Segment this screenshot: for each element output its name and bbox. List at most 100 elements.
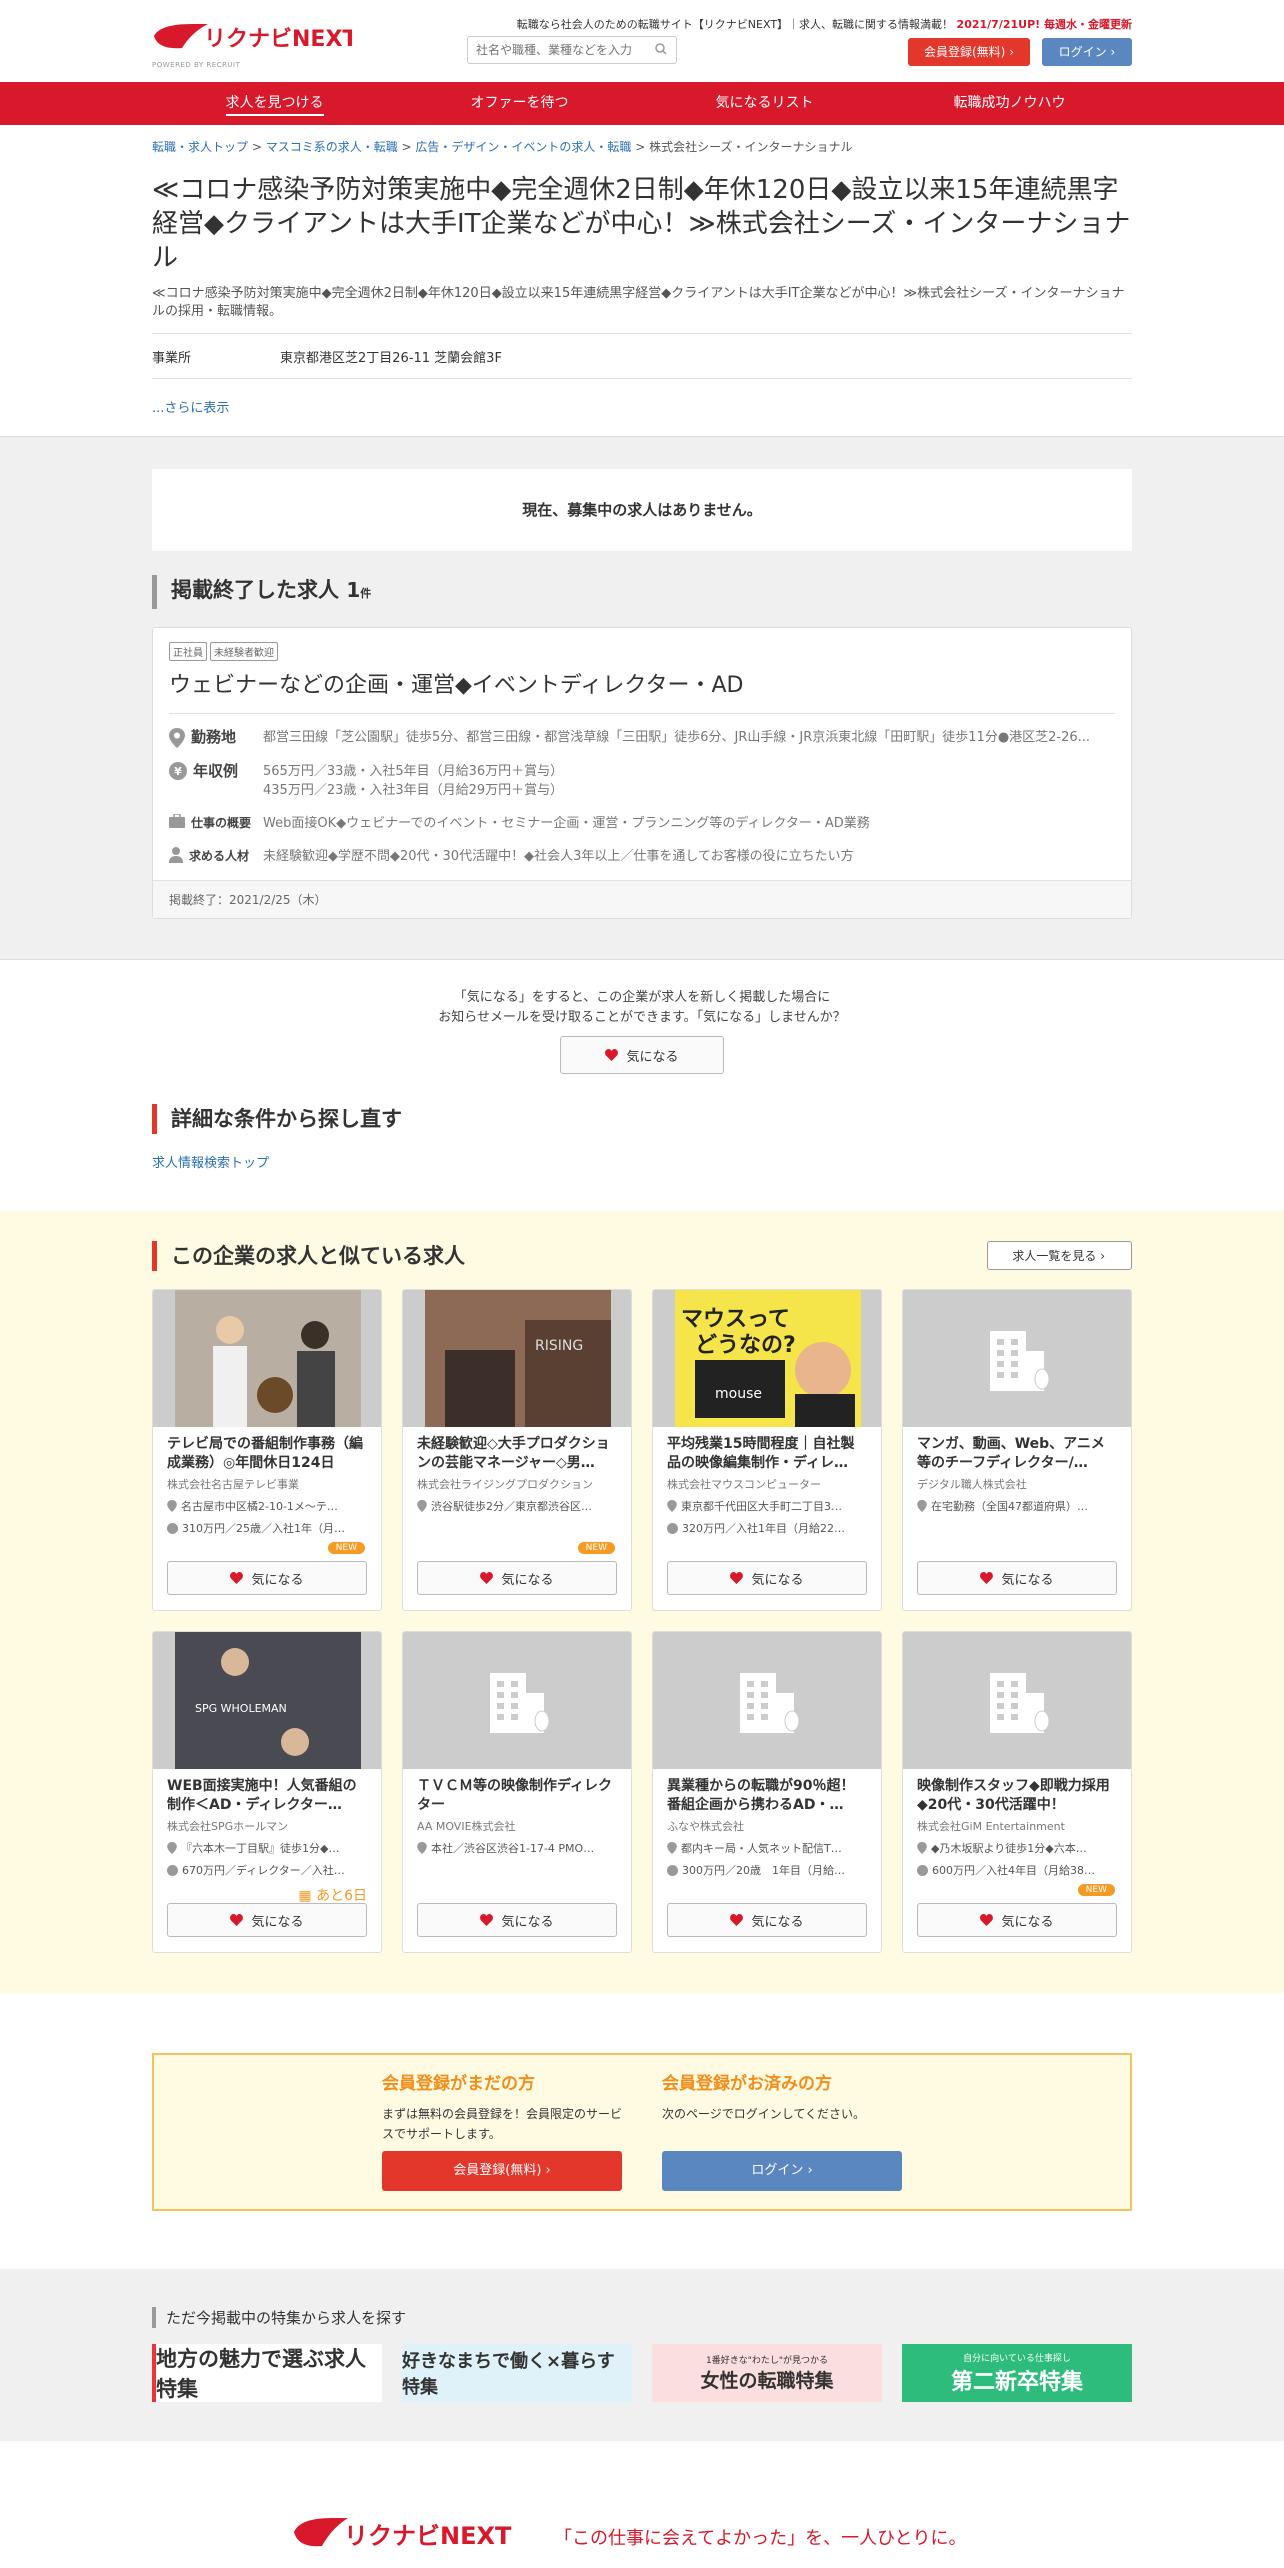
logo[interactable]: リクナビNEXT <box>152 18 352 58</box>
breadcrumb-ad-design[interactable]: 広告・デザイン・イベントの求人・転職 <box>415 140 631 154</box>
salary-row: ¥ 年収例 565万円／33歳・入社5年目（月給36万円＋賞与） 435万円／23歳… <box>169 762 1115 800</box>
favorite-button[interactable]: 気になる <box>417 1903 617 1937</box>
similar-job-title[interactable]: 映像制作スタッフ◆即戦力採用◆20代・30代活躍中！ <box>917 1777 1117 1815</box>
nav-favorites[interactable]: 気になるリスト <box>642 82 887 125</box>
location-value: 都営三田線「芝公園駅」徒歩5分、都営三田線・都営浅草線「三田駅」徒歩6分、JR山… <box>263 730 1091 745</box>
logo-text: リクナビNEXT <box>204 27 352 52</box>
member-box: 会員登録がまだの方 まずは無料の会員登録を！会員限定のサービスでサポートします。… <box>152 2053 1132 2211</box>
person-icon <box>169 847 183 863</box>
search-top-link[interactable]: 求人情報検索トップ <box>152 1152 1132 1171</box>
similar-heading: この企業の求人と似ている求人 <box>152 1241 1132 1271</box>
logo-sub: POWERED BY RECRUIT <box>152 61 241 69</box>
member-login-button[interactable]: ログイン › <box>662 2151 902 2191</box>
nav-find-jobs[interactable]: 求人を見つける <box>152 82 397 125</box>
nav-knowhow[interactable]: 転職成功ノウハウ <box>887 82 1132 125</box>
building-icon <box>990 1330 1050 1391</box>
register-button[interactable]: 会員登録(無料) › <box>908 38 1030 66</box>
seeking-value: 未経験歓迎◆学歴不問◆20代・30代活躍中！◆社会人3年以上／仕事を通してお客様… <box>263 849 854 864</box>
end-date: 掲載終了：2021/2/25（木） <box>153 880 1131 918</box>
location-pin-icon <box>167 1500 177 1512</box>
tagline: 転職なら社会人のための転職サイト【リクナビNEXT】｜求人、転職に関する情報満載… <box>517 16 1132 32</box>
tagline-text: 転職なら社会人のための転職サイト【リクナビNEXT】｜求人、転職に関する情報満載… <box>516 18 954 31</box>
days-left: ▦ あと6日 <box>298 1888 367 1904</box>
footer-logo[interactable]: リクナビNEXT 「この仕事に会えてよかった」を、一人ひとりに。 <box>292 2512 992 2558</box>
tag-no-experience: 未経験者歓迎 <box>210 642 278 661</box>
login-button[interactable]: ログイン › <box>1042 38 1132 66</box>
svg-text:マウスって: マウスって <box>681 1307 790 1332</box>
favorite-button[interactable]: 気になる <box>560 1036 724 1074</box>
similar-job-location: 名古屋市中区橘2-10-1メ～テ… <box>167 1498 367 1514</box>
location-pin-icon <box>917 1842 927 1854</box>
feature-banner-second-grad[interactable]: 自分に向いている仕事探し 第二新卒特集 <box>902 2344 1132 2402</box>
no-jobs-message: 現在、募集中の求人はありません。 <box>152 469 1132 551</box>
similar-job-salary: 300万円／20歳 1年目（月給… <box>667 1862 867 1878</box>
salary-example-1: 565万円／33歳・入社5年目（月給36万円＋賞与） <box>263 764 564 779</box>
placeholder-image <box>403 1632 631 1769</box>
page-title: ≪コロナ感染予防対策実施中◆完全週休2日制◆年休120日◆設立以来15年連続黒字… <box>152 175 1131 273</box>
feature-banner-women[interactable]: 1番好きな"わたし"が見つかる 女性の転職特集 <box>652 2344 882 2402</box>
favorite-button[interactable]: 気になる <box>917 1903 1117 1937</box>
similar-job-card[interactable]: 映像制作スタッフ◆即戦力採用◆20代・30代活躍中！ 株式会社GiM Entert… <box>902 1631 1132 1953</box>
favorite-button[interactable]: 気になる <box>667 1903 867 1937</box>
search-icon[interactable] <box>654 42 668 56</box>
similar-job-company: 株式会社名古屋テレビ事業 <box>167 1478 299 1491</box>
similar-job-title[interactable]: WEB面接実施中！人気番組の制作＜AD・ディレクター… <box>167 1777 367 1815</box>
breadcrumb-top[interactable]: 転職・求人トップ <box>152 140 248 154</box>
nav-wait-offer[interactable]: オファーを待つ <box>397 82 642 125</box>
heart-icon <box>230 1572 244 1584</box>
similar-job-card[interactable]: ＴＶＣＭ等の映像制作ディレクター AA MOVIE株式会社 本社／渋谷区渋谷1-17… <box>402 1631 632 1953</box>
breadcrumb-current: 株式会社シーズ・インターナショナル <box>649 140 853 154</box>
similar-job-title[interactable]: マンガ、動画、Web、アニメ等のチーフディレクター/… <box>917 1435 1117 1473</box>
similar-job-card[interactable]: RISING 未経験歓迎◇大手プロダクションの芸能マネージャー◇男… 株式会社ライジ… <box>402 1289 632 1611</box>
favorite-button[interactable]: 気になる <box>167 1561 367 1595</box>
job-photo: マウスって どうなの? mouse <box>653 1290 881 1427</box>
heart-icon <box>730 1914 744 1926</box>
similar-job-title[interactable]: 異業種からの転職が90％超！番組企画から携わるAD・… <box>667 1777 867 1815</box>
favorite-button[interactable]: 気になる <box>667 1561 867 1595</box>
similar-job-title[interactable]: 未経験歓迎◇大手プロダクションの芸能マネージャー◇男… <box>417 1435 617 1473</box>
yen-icon: ¥ <box>169 762 187 780</box>
office-address: 東京都港区芝2丁目26-11 芝蘭会館3F <box>280 350 502 366</box>
header: リクナビNEXT POWERED BY RECRUIT 転職なら社会人のための転… <box>0 0 1284 82</box>
similar-job-location: 渋谷駅徒歩2分／東京都渋谷区… <box>417 1498 617 1514</box>
tag-fulltime: 正社員 <box>169 642 207 661</box>
similar-job-location: 東京都千代田区大手町二丁目3… <box>667 1498 867 1514</box>
similar-job-company: 株式会社SPGホールマン <box>167 1820 289 1833</box>
similar-jobs-section: この企業の求人と似ている求人 求人一覧を見る › テレビ局での番組制作事務（編成… <box>0 1211 1284 1993</box>
similar-job-card[interactable]: マウスって どうなの? mouse 平均残業15時間程度｜自社製品の映像編集制作・ディ… <box>652 1289 882 1611</box>
breadcrumb: 転職・求人トップ > マスコミ系の求人・転職 > 広告・デザイン・イベントの求人… <box>152 140 853 154</box>
job-title[interactable]: ウェビナーなどの企画・運営◆イベントディレクター・AD <box>169 667 1115 714</box>
similar-job-company: 株式会社マウスコンピューター <box>667 1478 821 1491</box>
similar-job-card[interactable]: テレビ局での番組制作事務（編成業務）◎年間休日124日株式会社名古屋テレビ事業名… <box>152 1289 382 1611</box>
similar-job-card[interactable]: マンガ、動画、Web、アニメ等のチーフディレクター/… デジタル職人株式会社 在宅勤… <box>902 1289 1132 1611</box>
similar-job-card[interactable]: SPG WHOLEMAN WEB面接実施中！人気番組の制作＜AD・ディレクター… 株… <box>152 1631 382 1953</box>
similar-job-company: AA MOVIE株式会社 <box>417 1820 516 1833</box>
features-heading: ただ今掲載中の特集から求人を探す <box>152 2307 1132 2328</box>
favorite-button[interactable]: 気になる <box>417 1561 617 1595</box>
new-badge: NEW <box>577 1542 615 1554</box>
similar-job-title[interactable]: テレビ局での番組制作事務（編成業務）◎年間休日124日 <box>167 1435 367 1473</box>
breadcrumb-mass-media[interactable]: マスコミ系の求人・転職 <box>266 140 398 154</box>
yen-icon <box>667 1522 678 1534</box>
ended-job-card[interactable]: 正社員 未経験者歓迎 ウェビナーなどの企画・運営◆イベントディレクター・AD 勤務… <box>152 627 1132 919</box>
search-input[interactable] <box>467 36 677 64</box>
yen-icon <box>917 1864 928 1876</box>
member-register-button[interactable]: 会員登録(無料) › <box>382 2151 622 2191</box>
similar-job-card[interactable]: 異業種からの転職が90％超！番組企画から携わるAD・… ふなや株式会社 都内キー局・… <box>652 1631 882 1953</box>
svg-text:RISING: RISING <box>535 1338 583 1354</box>
show-more-link[interactable]: ...さらに表示 <box>152 397 1132 416</box>
footer-logo-text: リクナビNEXT <box>344 2522 512 2550</box>
features-section: ただ今掲載中の特集から求人を探す 地方の魅力で選ぶ求人特集 好きなまちで働く×暮… <box>0 2269 1284 2441</box>
favorite-button[interactable]: 気になる <box>167 1903 367 1937</box>
feature-banner-live-work[interactable]: 好きなまちで働く×暮らす特集 <box>402 2344 632 2402</box>
register-label: 会員登録(無料) <box>924 45 1006 59</box>
similar-job-title[interactable]: ＴＶＣＭ等の映像制作ディレクター <box>417 1777 617 1815</box>
jobs-section: 現在、募集中の求人はありません。 掲載終了した求人 1件 正社員 未経験者歓迎 ウ… <box>0 436 1284 960</box>
favorite-button[interactable]: 気になる <box>917 1561 1117 1595</box>
office-label: 事業所 <box>152 350 192 366</box>
all-jobs-button[interactable]: 求人一覧を見る › <box>987 1241 1132 1270</box>
feature-banner-local[interactable]: 地方の魅力で選ぶ求人特集 <box>152 2344 382 2402</box>
similar-job-title[interactable]: 平均残業15時間程度｜自社製品の映像編集制作・ディレ… <box>667 1435 867 1473</box>
location-pin-icon <box>167 1842 177 1854</box>
heart-icon <box>730 1572 744 1584</box>
